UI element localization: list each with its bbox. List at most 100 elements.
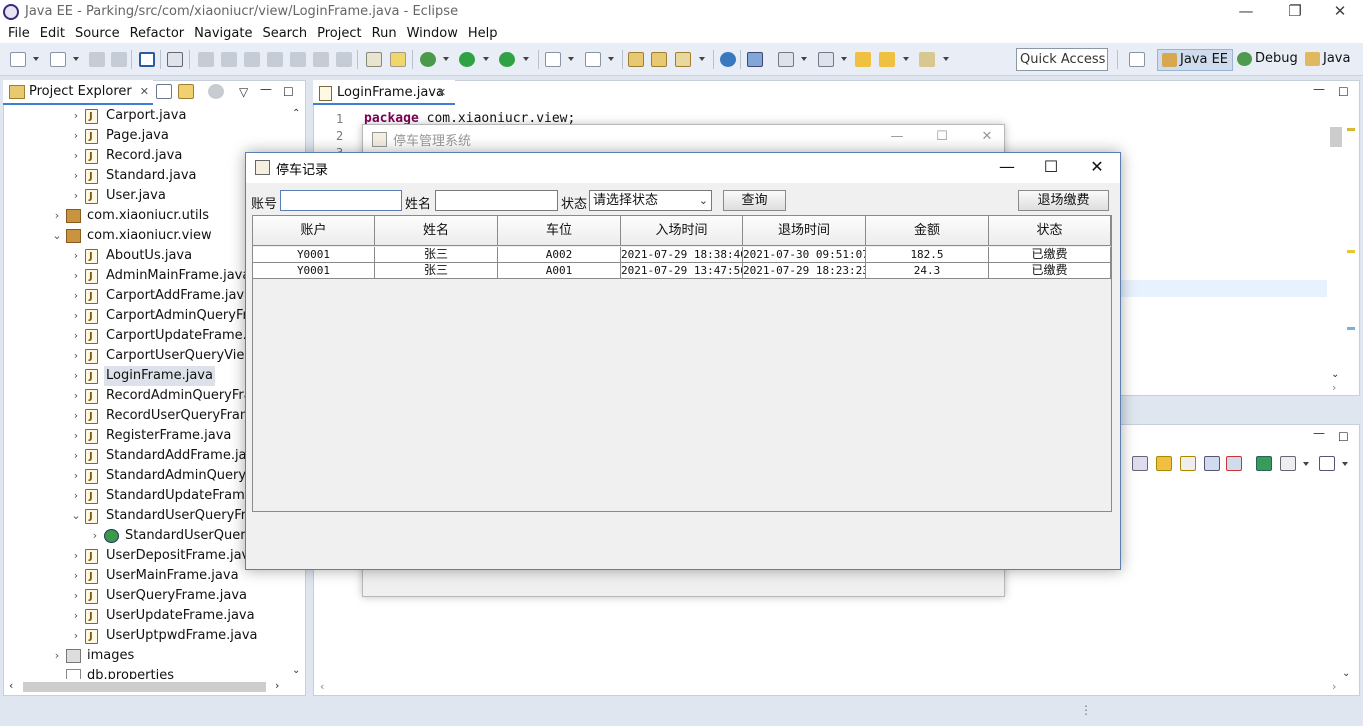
tree-item[interactable]: › UserUpdateFrame.java bbox=[71, 606, 289, 626]
query-button[interactable]: 查询 bbox=[723, 190, 786, 211]
scroll-down-icon[interactable]: ⌄ bbox=[1331, 369, 1339, 380]
show-stderr-icon[interactable] bbox=[1226, 456, 1242, 471]
step-over-icon[interactable] bbox=[313, 52, 329, 67]
chevron-down-icon[interactable] bbox=[568, 57, 574, 61]
menu-search[interactable]: Search bbox=[258, 26, 311, 41]
console-icon[interactable] bbox=[139, 52, 155, 67]
chevron-right-icon[interactable]: › bbox=[52, 206, 62, 226]
search-pen-icon[interactable] bbox=[675, 52, 691, 67]
scroll-thumb[interactable] bbox=[1330, 127, 1342, 147]
link-editor-icon[interactable] bbox=[747, 52, 763, 67]
tree-item[interactable]: › UserUptpwdFrame.java bbox=[71, 626, 289, 646]
chevron-right-icon[interactable]: › bbox=[71, 366, 81, 386]
scroll-up-icon[interactable]: ⌃ bbox=[292, 108, 300, 119]
chevron-down-icon[interactable] bbox=[1303, 462, 1309, 466]
minimize-view-icon[interactable]: — bbox=[1313, 82, 1325, 96]
new-server-icon[interactable] bbox=[545, 52, 561, 67]
table-header-cell[interactable]: 姓名 bbox=[375, 216, 498, 246]
table-header-cell[interactable]: 账户 bbox=[253, 216, 375, 246]
perspective-debug[interactable]: Debug bbox=[1233, 49, 1302, 71]
chevron-down-icon[interactable] bbox=[943, 57, 949, 61]
chevron-right-icon[interactable]: › bbox=[71, 166, 81, 186]
minimize-view-icon[interactable]: — bbox=[260, 82, 272, 96]
table-header-cell[interactable]: 金额 bbox=[866, 216, 989, 246]
minimize-button[interactable]: — bbox=[1223, 0, 1269, 23]
filter-icon[interactable] bbox=[208, 84, 224, 99]
chevron-right-icon[interactable]: › bbox=[71, 606, 81, 626]
chevron-right-icon[interactable]: › bbox=[71, 146, 81, 166]
perspective-java-ee[interactable]: Java EE bbox=[1157, 49, 1234, 71]
chevron-right-icon[interactable]: › bbox=[71, 126, 81, 146]
maximize-view-icon[interactable]: ☐ bbox=[1338, 85, 1349, 99]
chevron-down-icon[interactable] bbox=[1342, 462, 1348, 466]
minimize-button[interactable]: — bbox=[874, 129, 920, 144]
maximize-button[interactable]: ☐ bbox=[919, 129, 965, 144]
tree-item[interactable]: › Page.java bbox=[71, 126, 289, 146]
chevron-down-icon[interactable] bbox=[523, 57, 529, 61]
new-file-icon[interactable] bbox=[10, 52, 26, 67]
pin-console-icon[interactable] bbox=[1256, 456, 1272, 471]
close-button[interactable]: ✕ bbox=[1074, 153, 1120, 183]
chevron-down-icon[interactable] bbox=[33, 57, 39, 61]
chevron-right-icon[interactable]: › bbox=[71, 586, 81, 606]
menu-project[interactable]: Project bbox=[313, 26, 365, 41]
clear-console-icon[interactable] bbox=[1132, 456, 1148, 471]
scroll-thumb[interactable] bbox=[23, 682, 266, 692]
chevron-right-icon[interactable]: › bbox=[71, 546, 81, 566]
drag-handle-icon[interactable]: ⋮ bbox=[1080, 703, 1092, 717]
account-input[interactable] bbox=[280, 190, 402, 211]
name-input[interactable] bbox=[435, 190, 558, 211]
chevron-right-icon[interactable]: › bbox=[71, 326, 81, 346]
menu-file[interactable]: File bbox=[4, 26, 34, 41]
chevron-right-icon[interactable]: › bbox=[71, 446, 81, 466]
save-all-icon[interactable] bbox=[111, 52, 127, 67]
toggle-mark-icon[interactable] bbox=[366, 52, 382, 67]
disconnect-icon[interactable] bbox=[267, 52, 283, 67]
open-perspective-icon[interactable] bbox=[1129, 52, 1145, 67]
chevron-right-icon[interactable]: › bbox=[71, 406, 81, 426]
scroll-lock-icon[interactable] bbox=[1156, 456, 1172, 471]
perspective-java[interactable]: Java bbox=[1301, 49, 1354, 71]
overview-marker[interactable] bbox=[1347, 250, 1355, 253]
checkout-pay-button[interactable]: 退场缴费 bbox=[1018, 190, 1109, 211]
show-stdout-icon[interactable] bbox=[1204, 456, 1220, 471]
word-wrap-icon[interactable] bbox=[1180, 456, 1196, 471]
minimize-view-icon[interactable]: — bbox=[1313, 426, 1325, 440]
chevron-right-icon[interactable]: › bbox=[71, 306, 81, 326]
table-header-cell[interactable]: 车位 bbox=[498, 216, 621, 246]
menu-window[interactable]: Window bbox=[403, 26, 462, 41]
chevron-down-icon[interactable] bbox=[443, 57, 449, 61]
chevron-right-icon[interactable]: › bbox=[71, 346, 81, 366]
back-arrow-icon[interactable] bbox=[879, 52, 895, 67]
close-icon[interactable]: ✕ bbox=[140, 85, 149, 98]
step-return-icon[interactable] bbox=[336, 52, 352, 67]
table-header-cell[interactable]: 入场时间 bbox=[621, 216, 743, 246]
chevron-down-icon[interactable]: ⌄ bbox=[52, 226, 62, 246]
tree-item[interactable]: › images bbox=[52, 646, 289, 666]
menu-help[interactable]: Help bbox=[464, 26, 502, 41]
chevron-right-icon[interactable]: › bbox=[71, 386, 81, 406]
chevron-down-icon[interactable] bbox=[903, 57, 909, 61]
suspend-icon[interactable] bbox=[221, 52, 237, 67]
scroll-right-icon[interactable]: › bbox=[275, 679, 279, 692]
resume-icon[interactable] bbox=[198, 52, 214, 67]
chevron-down-icon[interactable] bbox=[483, 57, 489, 61]
view-menu-icon[interactable]: ▽ bbox=[239, 85, 248, 99]
overview-marker[interactable] bbox=[1347, 128, 1355, 131]
run-icon[interactable] bbox=[459, 52, 475, 67]
menu-run[interactable]: Run bbox=[368, 26, 401, 41]
editor-vertical-scrollbar[interactable]: ⌄ bbox=[1329, 110, 1343, 380]
maximize-view-icon[interactable]: ☐ bbox=[1338, 430, 1349, 444]
tab-project-explorer[interactable]: Project Explorer ✕ bbox=[3, 80, 153, 105]
explorer-horizontal-scrollbar[interactable]: ‹ › bbox=[5, 679, 288, 695]
open-task-icon[interactable] bbox=[651, 52, 667, 67]
chevron-right-icon[interactable]: › bbox=[71, 266, 81, 286]
new-project-icon[interactable] bbox=[50, 52, 66, 67]
chevron-right-icon[interactable]: › bbox=[71, 486, 81, 506]
scroll-right-icon[interactable]: › bbox=[1332, 680, 1336, 693]
collapse-all-icon[interactable] bbox=[156, 84, 172, 99]
save-icon[interactable] bbox=[89, 52, 105, 67]
open-type-icon[interactable] bbox=[390, 52, 406, 67]
table-header-cell[interactable]: 退场时间 bbox=[743, 216, 866, 246]
menu-refactor[interactable]: Refactor bbox=[126, 26, 189, 41]
